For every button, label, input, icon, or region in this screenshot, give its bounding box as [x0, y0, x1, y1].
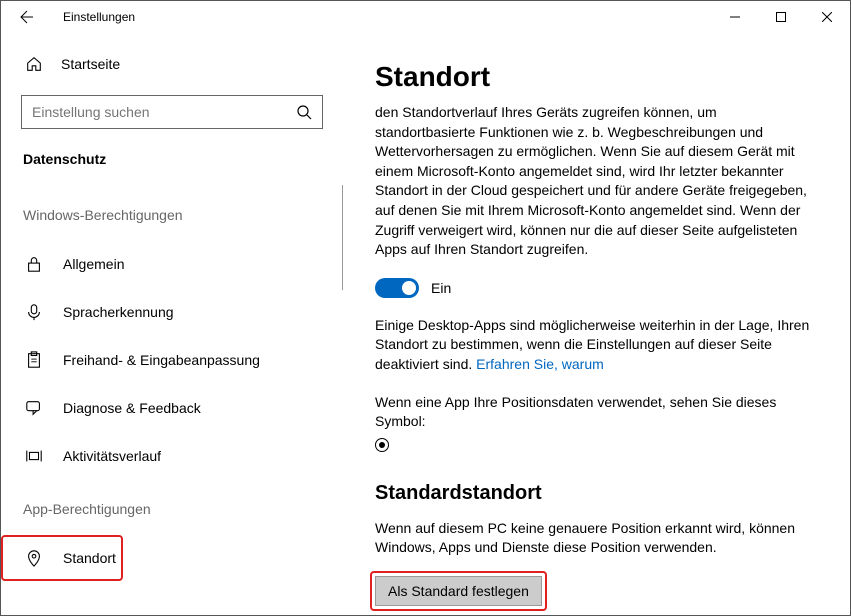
main-panel: Standort den Standortverlauf Ihres Gerät… — [343, 33, 850, 615]
nav-item-spracherkennung[interactable]: Spracherkennung — [21, 291, 323, 333]
category-label: Datenschutz — [21, 151, 323, 167]
nav-item-freihand[interactable]: Freihand- & Eingabeanpassung — [21, 339, 323, 381]
description-paragraph: den Standortverlauf Ihres Geräts zugreif… — [375, 103, 818, 260]
set-default-button[interactable]: Als Standard festlegen — [375, 576, 542, 606]
page-heading: Standort — [375, 61, 818, 93]
search-icon — [296, 104, 312, 120]
nav-item-diagnose[interactable]: Diagnose & Feedback — [21, 387, 323, 429]
symbol-text: Wenn eine App Ihre Positionsdaten verwen… — [375, 393, 818, 432]
nav-label: Allgemein — [63, 256, 124, 272]
section-app-permissions: App-Berechtigungen — [21, 501, 323, 517]
toggle-label: Ein — [431, 280, 451, 296]
search-box[interactable] — [21, 95, 323, 129]
default-location-heading: Standardstandort — [375, 482, 818, 505]
minimize-button[interactable] — [712, 1, 758, 33]
section-windows-permissions: Windows-Berechtigungen — [21, 207, 323, 223]
history-icon — [25, 447, 43, 465]
location-toggle[interactable] — [375, 278, 419, 298]
nav-item-standort[interactable]: Standort — [21, 537, 323, 579]
back-button[interactable] — [9, 1, 41, 33]
home-row[interactable]: Startseite — [21, 55, 323, 73]
maximize-button[interactable] — [758, 1, 804, 33]
sidebar-divider — [342, 185, 343, 290]
nav-label: Diagnose & Feedback — [63, 400, 201, 416]
nav-item-allgemein[interactable]: Allgemein — [21, 243, 323, 285]
search-input[interactable] — [32, 104, 296, 120]
close-button[interactable] — [804, 1, 850, 33]
nav-label: Aktivitätsverlauf — [63, 448, 161, 464]
learn-why-link[interactable]: Erfahren Sie, warum — [476, 356, 604, 372]
microphone-icon — [25, 303, 43, 321]
sidebar: Startseite Datenschutz Windows-Berechtig… — [1, 33, 343, 615]
button-highlight — [370, 571, 547, 611]
home-label: Startseite — [61, 56, 120, 72]
window-title: Einstellungen — [41, 10, 135, 24]
nav-label: Spracherkennung — [63, 304, 174, 320]
desktop-apps-paragraph: Einige Desktop-Apps sind möglicherweise … — [375, 316, 818, 375]
home-icon — [25, 55, 43, 73]
lock-icon — [25, 255, 43, 273]
nav-item-aktivitaet[interactable]: Aktivitätsverlauf — [21, 435, 323, 477]
selection-highlight — [1, 535, 123, 581]
titlebar: Einstellungen — [1, 1, 850, 33]
default-location-paragraph: Wenn auf diesem PC keine genauere Positi… — [375, 519, 818, 558]
nav-label: Freihand- & Eingabeanpassung — [63, 352, 260, 368]
location-toggle-row: Ein — [375, 278, 818, 298]
location-symbol-icon — [375, 438, 389, 452]
clipboard-icon — [25, 351, 43, 369]
feedback-icon — [25, 399, 43, 417]
